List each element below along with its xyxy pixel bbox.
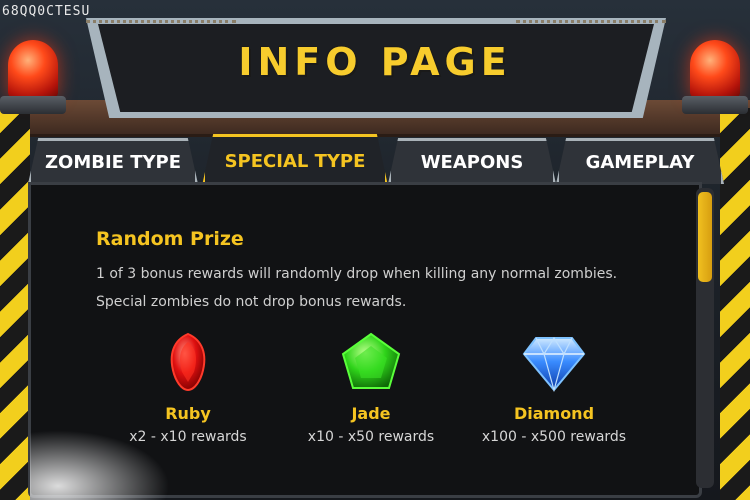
prize-name: Diamond	[513, 404, 595, 423]
hazard-stripe-right	[720, 108, 750, 500]
section-title: Random Prize	[96, 228, 244, 250]
scrollbar-thumb[interactable]	[698, 192, 712, 282]
corner-id-text: 68QQ0CTESU	[2, 4, 91, 19]
tab-zombie-type[interactable]: ZOMBIE TYPE	[28, 138, 198, 184]
tab-weapons[interactable]: WEAPONS	[388, 138, 556, 184]
prize-diamond: Diamond x100 - x500 rewards	[454, 330, 654, 445]
diamond-gem-icon	[522, 330, 586, 394]
tab-bar: ZOMBIE TYPE WEAPONS GAMEPLAY SPECIAL TYP…	[28, 134, 724, 186]
glare-overlay	[30, 430, 170, 500]
jade-gem-icon	[339, 330, 403, 394]
prize-name: Ruby	[165, 404, 211, 423]
tab-gameplay[interactable]: GAMEPLAY	[556, 138, 724, 184]
prize-reward: x10 - x50 rewards	[307, 429, 435, 445]
description-line: 1 of 3 bonus rewards will randomly drop …	[96, 266, 618, 282]
hazard-stripe-left	[0, 108, 30, 500]
prize-reward: x100 - x500 rewards	[481, 429, 627, 445]
prize-name: Jade	[351, 404, 391, 423]
barbed-wire-icon	[516, 20, 666, 37]
prize-jade: Jade x10 - x50 rewards	[271, 330, 471, 445]
description-line: Special zombies do not drop bonus reward…	[96, 294, 407, 310]
prize-ruby: Ruby x2 - x10 rewards	[88, 330, 288, 445]
ruby-gem-icon	[156, 330, 220, 394]
barbed-wire-icon	[86, 20, 236, 37]
tab-special-type[interactable]: SPECIAL TYPE	[202, 134, 388, 186]
scrollbar[interactable]	[696, 188, 714, 488]
page-title: INFO PAGE	[238, 40, 512, 84]
